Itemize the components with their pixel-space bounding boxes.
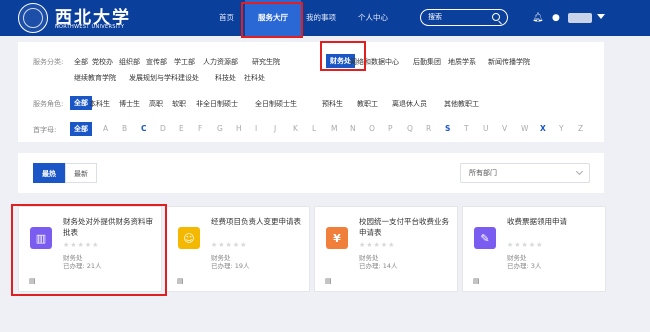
nav-home[interactable]: 首页 [219, 0, 234, 36]
letter-j[interactable]: J [274, 124, 276, 133]
search-placeholder: 搜索 [428, 13, 442, 21]
category-item[interactable]: 党校办 [92, 57, 113, 67]
role-item[interactable]: 预科生 [322, 99, 343, 109]
star-rating: ★★★★★ [359, 241, 396, 249]
search-icon[interactable] [492, 13, 500, 21]
letter-v[interactable]: V [502, 124, 507, 133]
category-item[interactable]: 宣传部 [146, 57, 167, 67]
highlight-box-nav [241, 2, 303, 38]
star-rating: ★★★★★ [507, 241, 544, 249]
category-item[interactable]: 后勤集团 [413, 57, 441, 67]
category-item[interactable]: 学工部 [174, 57, 195, 67]
role-item[interactable]: 软职 [172, 99, 186, 109]
card-title[interactable]: 收费票据领用申请 [507, 216, 599, 227]
service-card[interactable]: ☺ 经费项目负责人变更申请表 ★★★★★ 财务处 已办理: 19人 ▤ [166, 206, 310, 292]
card-title[interactable]: 经费项目负责人变更申请表 [211, 216, 303, 227]
letter-e[interactable]: E [179, 124, 184, 133]
role-item[interactable]: 本科生 [89, 99, 110, 109]
tab-hottest[interactable]: 最热 [33, 163, 65, 183]
letter-l[interactable]: L [312, 124, 316, 133]
highlight-box-finance [320, 41, 366, 71]
letter-m[interactable]: M [331, 124, 337, 133]
category-item[interactable]: 继续教育学院 [74, 73, 116, 83]
top-header: 西北大学 NORTHWEST UNIVERSITY 首页 服务大厅 我的事项 个… [0, 0, 650, 36]
role-item[interactable]: 非全日制硕士 [196, 99, 238, 109]
letter-b[interactable]: B [122, 124, 127, 133]
letter-d[interactable]: D [160, 124, 166, 133]
letter-s[interactable]: S [445, 124, 450, 133]
star-rating: ★★★★★ [211, 241, 248, 249]
letter-z[interactable]: Z [578, 124, 583, 133]
letter-k[interactable]: K [293, 124, 298, 133]
filter-panel: 服务分类: 全部 党校办 组织部 宣传部 学工部 人力资源部 研究生院 财务处 … [18, 42, 604, 142]
university-logo[interactable] [18, 3, 48, 33]
letter-i[interactable]: I [255, 124, 257, 133]
department-select[interactable]: 所有部门 [460, 163, 590, 183]
role-label: 服务角色: [33, 100, 64, 108]
nav-my-affairs[interactable]: 我的事项 [306, 0, 336, 36]
role-item[interactable]: 教职工 [357, 99, 378, 109]
tab-newest[interactable]: 最新 [65, 163, 97, 183]
category-item[interactable]: 新闻传播学院 [488, 57, 530, 67]
chevron-down-icon [575, 167, 584, 176]
category-item[interactable]: 研究生院 [252, 57, 280, 67]
sort-tabbar: 最热 最新 所有部门 [18, 153, 604, 193]
letter-n[interactable]: N [350, 124, 356, 133]
search-input[interactable]: 搜索 [420, 9, 508, 26]
role-item[interactable]: 离退休人员 [392, 99, 427, 109]
letter-c[interactable]: C [141, 124, 147, 133]
person-icon: ☺ [178, 227, 200, 249]
category-item[interactable]: 发展规划与学科建设处 [129, 73, 199, 83]
role-item[interactable]: 其他教职工 [444, 99, 479, 109]
document-icon: ▤ [177, 277, 184, 285]
letter-h[interactable]: H [236, 124, 242, 133]
user-name[interactable] [568, 13, 592, 23]
category-item[interactable]: 社科处 [244, 73, 265, 83]
card-count: 已办理: 3人 [507, 262, 542, 270]
role-item[interactable]: 高职 [149, 99, 163, 109]
letter-x[interactable]: X [540, 124, 546, 133]
letter-u[interactable]: U [483, 124, 489, 133]
letter-o[interactable]: O [369, 124, 375, 133]
card-count: 已办理: 19人 [211, 262, 250, 270]
letter-all-selected[interactable]: 全部 [70, 122, 92, 136]
role-item[interactable]: 博士生 [119, 99, 140, 109]
category-item[interactable]: 人力资源部 [203, 57, 238, 67]
highlight-box-card [11, 204, 167, 296]
document-icon: ▤ [473, 277, 480, 285]
letter-q[interactable]: Q [407, 124, 413, 133]
letter-f[interactable]: F [198, 124, 202, 133]
category-label: 服务分类: [33, 58, 64, 66]
category-item[interactable]: 组织部 [119, 57, 140, 67]
letter-t[interactable]: T [464, 124, 469, 133]
category-item[interactable]: 科技处 [215, 73, 236, 83]
letter-r[interactable]: R [426, 124, 431, 133]
letter-p[interactable]: P [388, 124, 393, 133]
letter-y[interactable]: Y [559, 124, 564, 133]
brand-english: NORTHWEST UNIVERSITY [55, 24, 125, 30]
category-item[interactable]: 地质学系 [448, 57, 476, 67]
service-card[interactable]: ✎ 收费票据领用申请 ★★★★★ 财务处 已办理: 3人 ▤ [462, 206, 606, 292]
chevron-down-icon[interactable] [597, 14, 605, 19]
card-count: 已办理: 14人 [359, 262, 398, 270]
category-all[interactable]: 全部 [74, 57, 88, 67]
service-card[interactable]: ¥ 校园统一支付平台收费业务申请表 ★★★★★ 财务处 已办理: 14人 ▤ [314, 206, 458, 292]
role-item[interactable]: 全日制硕士生 [255, 99, 297, 109]
document-icon: ▤ [325, 277, 332, 285]
nav-personal-center[interactable]: 个人中心 [358, 0, 388, 36]
letter-g[interactable]: G [217, 124, 223, 133]
card-title[interactable]: 校园统一支付平台收费业务申请表 [359, 216, 451, 238]
money-bag-icon: ¥ [326, 227, 348, 249]
user-icon[interactable]: ● [552, 13, 560, 23]
bell-icon[interactable]: 🔔︎ [532, 13, 543, 23]
letter-w[interactable]: W [521, 124, 528, 133]
letter-label: 首字母: [33, 126, 57, 134]
pen-icon: ✎ [474, 227, 496, 249]
department-select-value: 所有部门 [469, 169, 497, 177]
letter-a[interactable]: A [103, 124, 108, 133]
